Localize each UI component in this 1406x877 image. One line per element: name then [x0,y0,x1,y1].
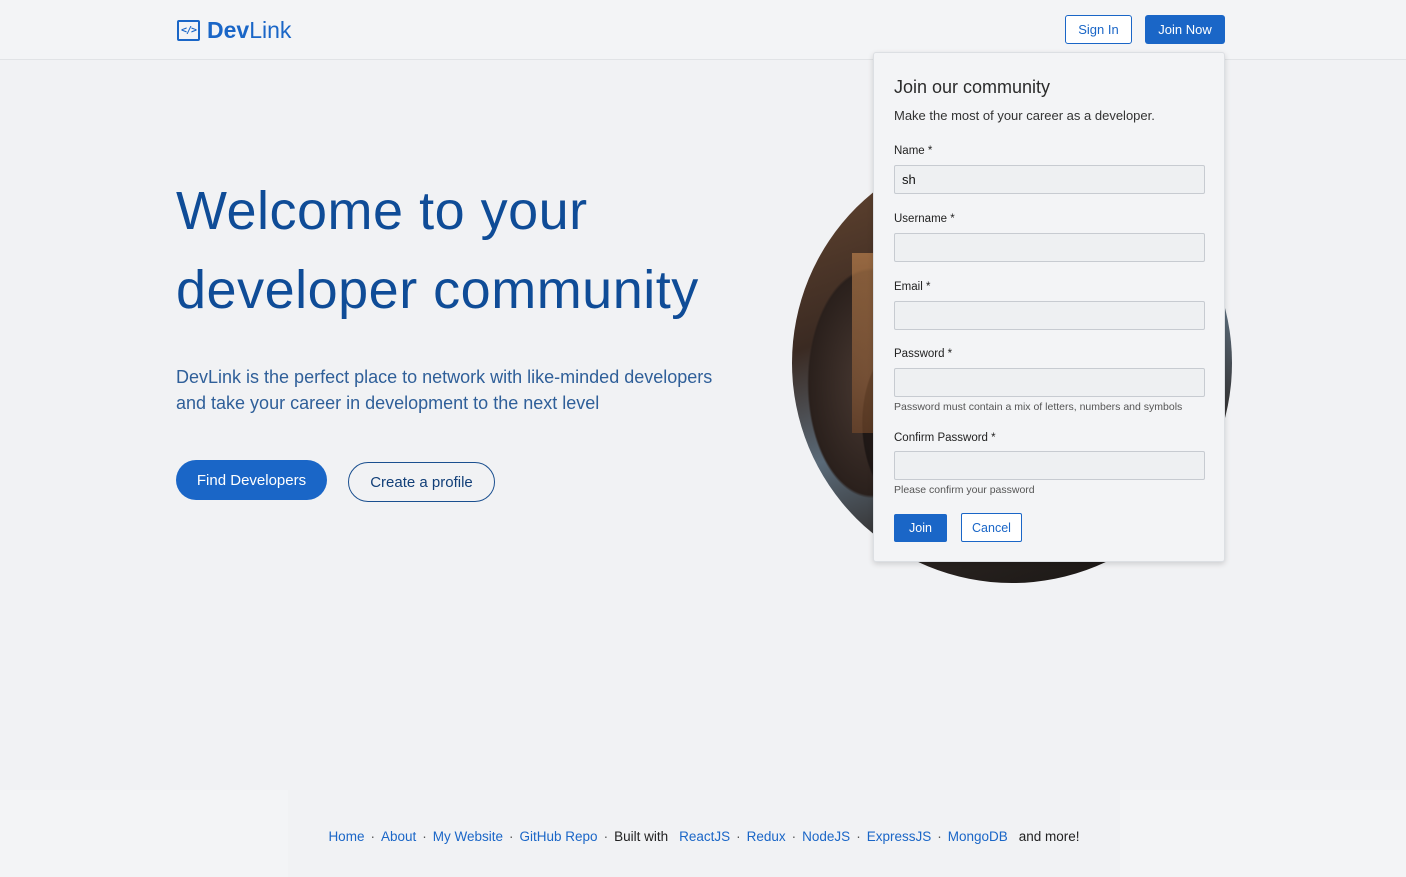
join-button[interactable]: Join [894,514,947,542]
footer-and-more: and more! [1018,829,1080,844]
email-input[interactable] [894,301,1205,330]
footer-link-redux[interactable]: Redux [747,829,786,844]
modal-title: Join our community [894,77,1051,97]
top-navbar: </> DevLink Sign In Join Now [0,0,1406,60]
footer-links: Home · About · My Website · GitHub Repo … [288,790,1120,877]
find-developers-button[interactable]: Find Developers [176,460,327,500]
footer-link-expressjs[interactable]: ExpressJS [867,829,932,844]
email-label: Email * [894,281,931,293]
hero-title: Welcome to your developer community [176,181,699,320]
footer-link-nodejs[interactable]: NodeJS [802,829,850,844]
join-modal: Join our community Make the most of your… [873,52,1225,562]
join-now-button[interactable]: Join Now [1145,15,1225,44]
footer-separator: · [791,829,797,844]
footer-separator: · [603,829,609,844]
cancel-button[interactable]: Cancel [961,513,1022,542]
footer-link-home[interactable]: Home [328,829,364,844]
name-label: Name * [894,145,933,157]
confirm-password-input[interactable] [894,451,1205,480]
code-icon: </> [177,19,200,41]
password-input[interactable] [894,368,1205,397]
confirm-password-label: Confirm Password * [894,432,996,444]
create-profile-button[interactable]: Create a profile [348,462,495,502]
footer-separator: · [937,829,942,844]
password-label: Password * [894,348,953,360]
footer-built-with: Built with [614,829,669,844]
modal-subtitle: Make the most of your career as a develo… [894,108,1155,123]
password-hint: Password must contain a mix of letters, … [894,401,1183,413]
confirm-password-hint: Please confirm your password [894,484,1035,496]
footer-separator: · [422,829,427,844]
footer-link-website[interactable]: My Website [433,829,503,844]
footer-separator: · [736,829,741,844]
username-label: Username * [894,213,955,225]
username-input[interactable] [894,233,1205,262]
footer-separator: · [856,829,861,844]
footer-link-reactjs[interactable]: ReactJS [679,829,730,844]
sign-in-button[interactable]: Sign In [1065,15,1132,44]
name-input[interactable] [894,165,1205,194]
footer-link-repo[interactable]: GitHub Repo [520,829,598,844]
footer-separator: · [509,829,514,844]
logo-text-light: Link [249,16,292,43]
logo-text-strong: Dev [207,16,250,43]
footer-separator: · [370,829,375,844]
hero-subtitle: DevLink is the perfect place to network … [176,367,713,413]
logo[interactable]: </> DevLink [177,14,291,46]
footer: Home · About · My Website · GitHub Repo … [0,790,1406,877]
footer-link-about[interactable]: About [381,829,416,844]
footer-link-mongodb[interactable]: MongoDB [948,829,1008,844]
